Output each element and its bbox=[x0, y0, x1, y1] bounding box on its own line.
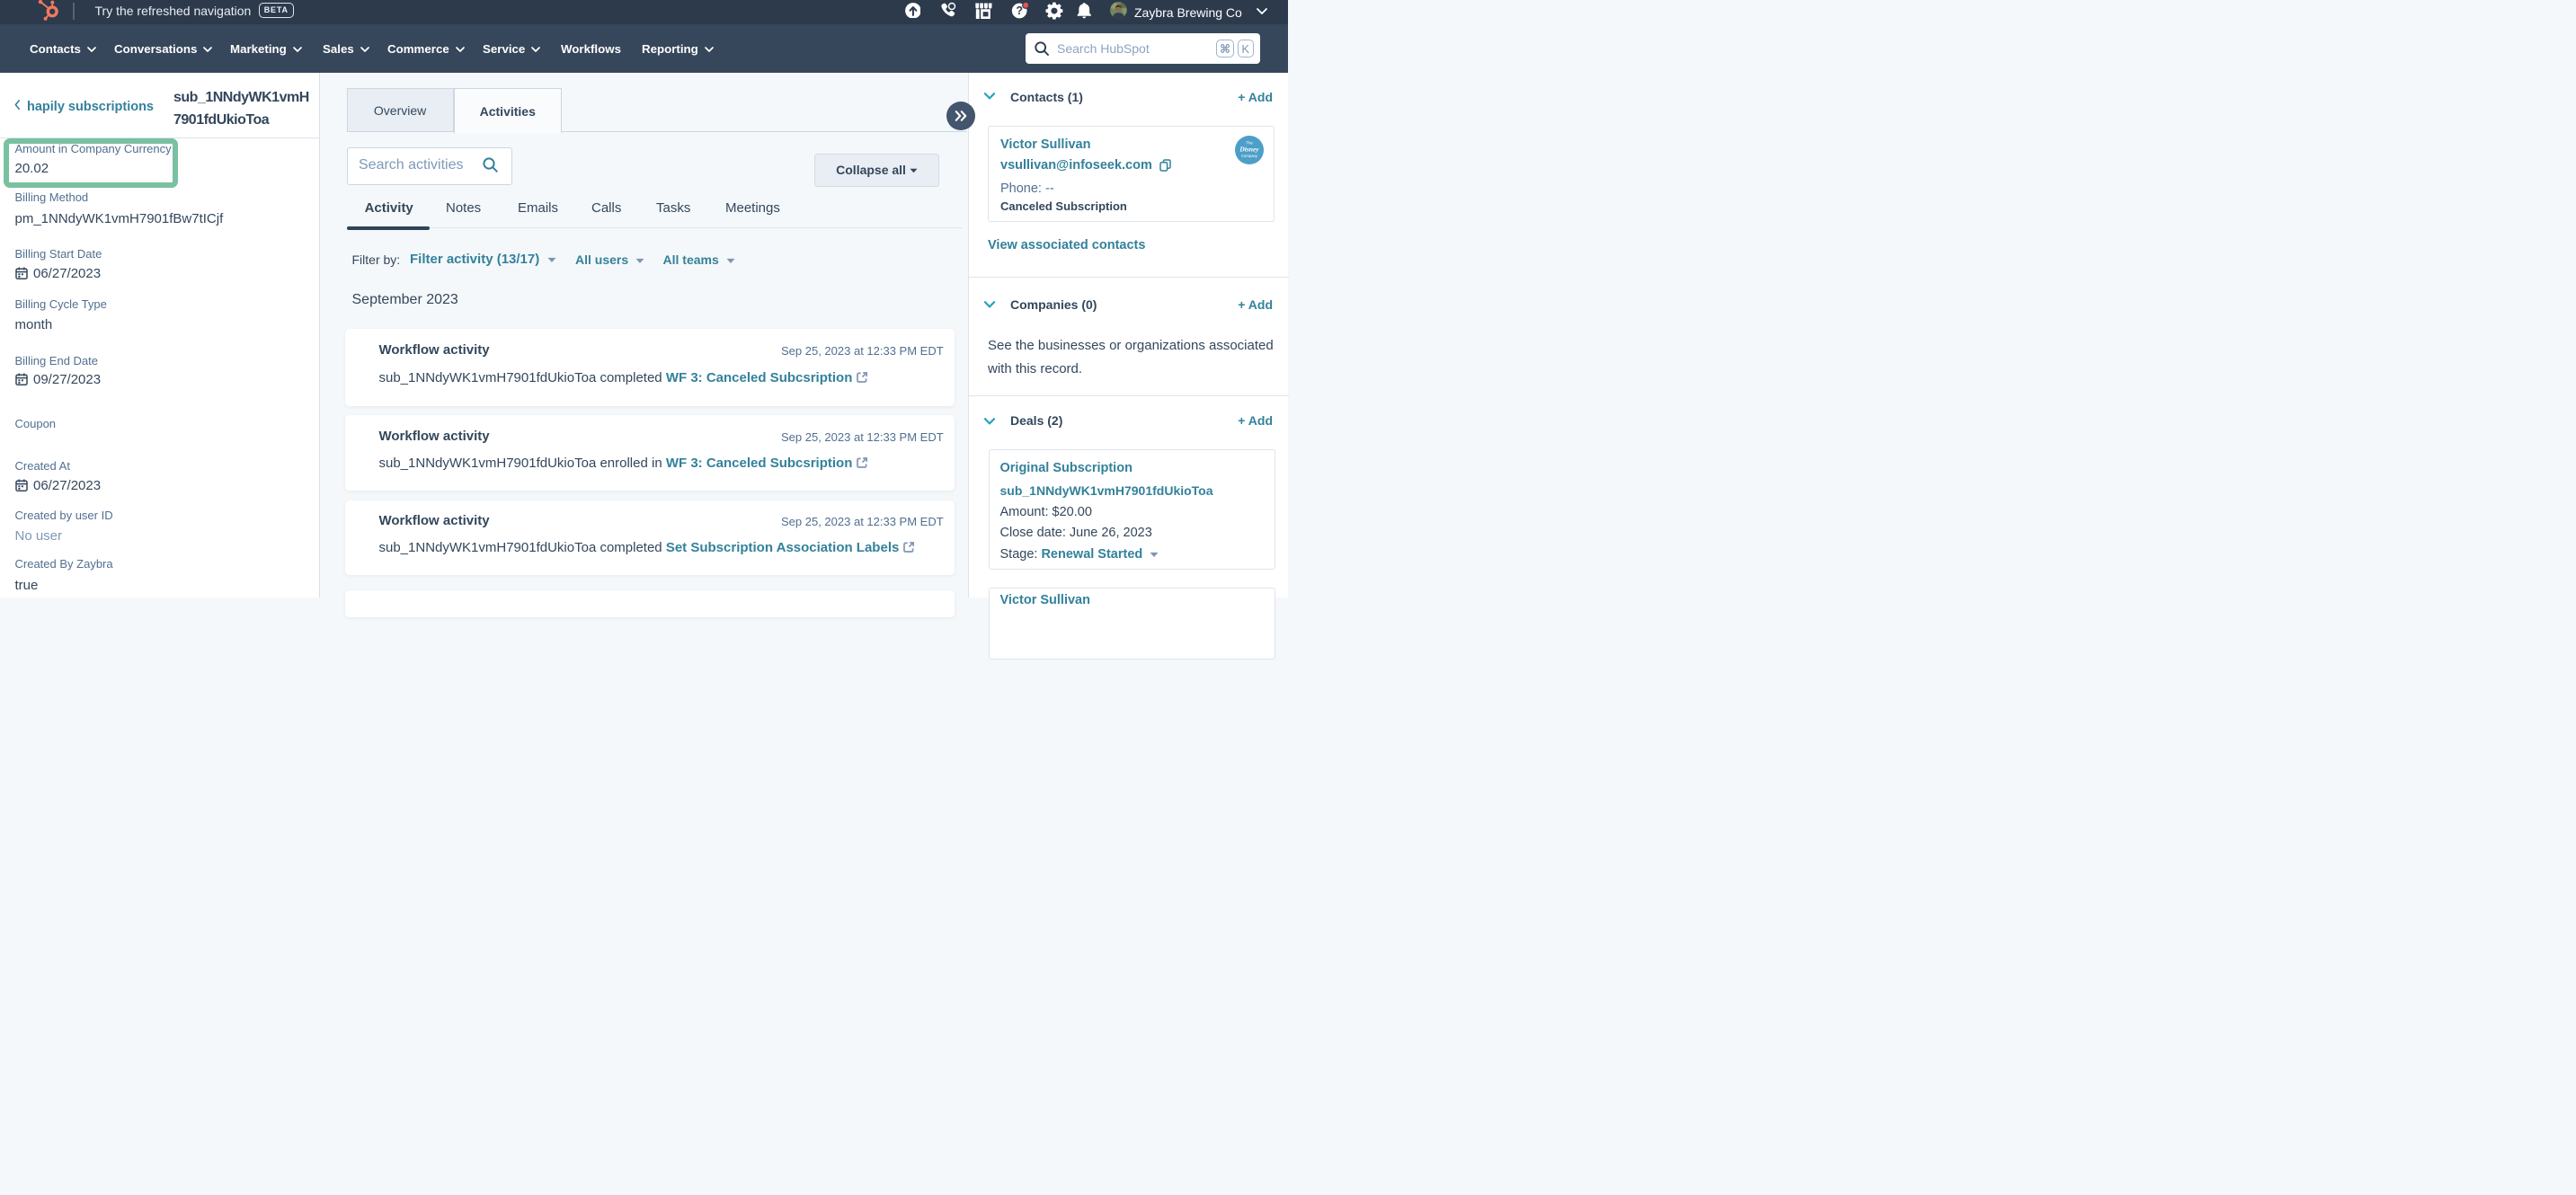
svg-text:Company: Company bbox=[1241, 154, 1258, 158]
svg-text:Disney: Disney bbox=[1239, 146, 1259, 154]
svg-text:?: ? bbox=[1017, 4, 1024, 17]
